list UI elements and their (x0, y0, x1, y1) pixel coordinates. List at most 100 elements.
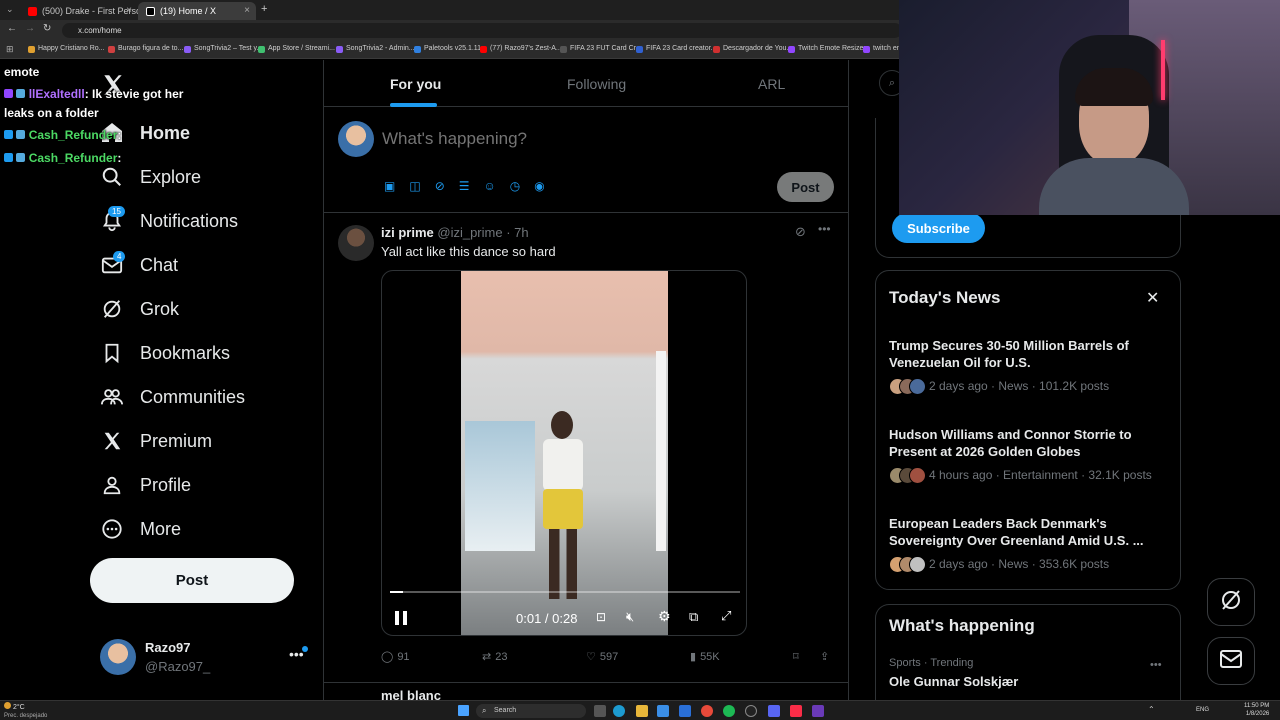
pip-icon[interactable]: ⧉ (689, 609, 698, 625)
messages-fab[interactable] (1207, 637, 1255, 685)
video-frame (461, 271, 668, 635)
account-name: Razo97 (145, 640, 191, 655)
nav-explore[interactable]: Explore (100, 162, 201, 192)
tab-arl[interactable]: ARL (758, 76, 785, 92)
nav-grok[interactable]: Grok (100, 294, 179, 324)
music-app-icon[interactable] (790, 705, 802, 717)
like-button[interactable]: ♡ 597 (586, 650, 618, 664)
tab-youtube[interactable]: (500) Drake - First Person Shoo × (20, 2, 138, 20)
news-item-title[interactable]: Hudson Williams and Connor Storrie to Pr… (889, 426, 1159, 460)
more-dots-icon[interactable]: ••• (818, 222, 831, 236)
steam-icon[interactable] (745, 705, 757, 717)
bookmark-item[interactable]: Happy Cristiano Ro... (28, 45, 105, 53)
media-icon[interactable]: ▣ (384, 179, 395, 195)
views-button[interactable]: ▮ 55K (690, 650, 720, 664)
close-tab-icon[interactable]: × (126, 5, 132, 16)
weather-widget[interactable]: 2°C Prec. despejado (4, 702, 47, 720)
edge-icon[interactable] (613, 705, 625, 717)
bookmark-label: Twitch Emote Resizer (798, 45, 866, 52)
mute-icon[interactable]: 🔇︎ (626, 609, 634, 625)
bookmark-item[interactable]: twitch em (863, 45, 903, 53)
tweet-time[interactable]: · 7h (506, 225, 528, 240)
new-tab-icon[interactable]: + (261, 3, 267, 15)
more-dots-icon[interactable]: ••• (1150, 659, 1162, 671)
video-progress-track[interactable] (390, 591, 740, 593)
composer-post-button[interactable]: Post (777, 172, 834, 202)
url-text: x.com/home (78, 26, 122, 35)
store-icon[interactable] (657, 705, 669, 717)
location-icon[interactable]: ◉ (534, 179, 544, 195)
nav-bookmarks[interactable]: Bookmarks (100, 338, 230, 368)
captions-icon[interactable]: ⊡ (596, 610, 606, 624)
news-item-title[interactable]: Trump Secures 30-50 Million Barrels of V… (889, 337, 1159, 371)
url-field[interactable]: x.com/home (62, 23, 902, 38)
apps-grid-icon[interactable]: ⊞ (6, 44, 14, 55)
trend-name[interactable]: Ole Gunnar Solskjær (889, 674, 1018, 689)
news-avatars (889, 556, 931, 574)
emoji-icon[interactable]: ☺ (484, 179, 496, 195)
tweet-author-name[interactable]: izi prime (381, 225, 434, 240)
discord-icon[interactable] (768, 705, 780, 717)
bookmark-button[interactable]: ⌑ (793, 650, 799, 663)
bookmark-item[interactable]: SongTrivia2 - Admin... (336, 45, 415, 53)
bookmark-item[interactable]: FIFA 23 Card creator... (636, 45, 716, 53)
news-item-title[interactable]: European Leaders Back Denmark's Sovereig… (889, 515, 1159, 549)
tweet-author-handle[interactable]: @izi_prime (437, 225, 502, 240)
nav-label: Communities (140, 386, 246, 407)
bookmark-item[interactable]: SongTrivia2 – Test y... (184, 45, 262, 53)
nav-chat[interactable]: Chat (100, 250, 178, 280)
tab-for-you[interactable]: For you (390, 76, 441, 92)
windows-start-icon[interactable] (458, 705, 469, 716)
task-view-icon[interactable] (594, 705, 606, 717)
tab-menu-icon[interactable]: ⌄ (6, 4, 14, 15)
video-player[interactable]: 0:01 / 0:28 ⊡ 🔇︎ ⚙ ⧉ ⤢ (381, 270, 747, 636)
forward-icon[interactable]: → (25, 23, 35, 34)
share-button[interactable]: ⇪ (820, 650, 829, 663)
nav-more[interactable]: More (100, 514, 181, 544)
spotify-icon[interactable] (723, 705, 735, 717)
taskbar-search[interactable]: ⌕ Search (476, 704, 586, 718)
tweet-avatar[interactable] (338, 225, 374, 261)
tweet-text: Yall act like this dance so hard (381, 244, 556, 259)
grok-icon[interactable]: ⊘ (435, 179, 445, 195)
bookmark-item[interactable]: Burago figura de to... (108, 45, 183, 53)
clock[interactable]: 11:50 PM 1/8/2026 (1244, 702, 1269, 718)
pause-icon[interactable] (394, 610, 408, 626)
search-icon: ⌕ (482, 706, 487, 715)
schedule-icon[interactable]: ◷ (510, 179, 520, 195)
tab-following[interactable]: Following (567, 76, 626, 92)
poll-icon[interactable]: ☰ (459, 179, 470, 195)
reload-icon[interactable]: ↻ (43, 23, 51, 34)
bookmark-item[interactable]: Twitch Emote Resizer (788, 45, 866, 53)
gif-icon[interactable]: ◫ (409, 179, 420, 195)
close-icon[interactable]: ✕ (1146, 288, 1159, 308)
reply-button[interactable]: ◯ 91 (381, 650, 410, 664)
file-explorer-icon[interactable] (636, 705, 648, 717)
repost-button[interactable]: ⇄ 23 (482, 650, 507, 664)
nav-communities[interactable]: Communities (100, 382, 245, 412)
bookmark-item[interactable]: FIFA 23 FUT Card Cr... (560, 45, 641, 53)
settings-gear-icon[interactable]: ⚙ (658, 608, 671, 625)
mail-app-icon[interactable] (679, 705, 691, 717)
grok-icon[interactable]: ⊘ (795, 224, 806, 240)
chrome-icon[interactable] (701, 705, 713, 717)
nav-profile[interactable]: Profile (100, 470, 191, 500)
close-tab-icon[interactable]: × (244, 5, 250, 16)
language-indicator[interactable]: ENG (1196, 707, 1209, 713)
account-switcher[interactable]: Razo97 @Razo97_ ••• (90, 632, 320, 682)
grok-fab[interactable] (1207, 578, 1255, 626)
tab-x-home[interactable]: (19) Home / X × (138, 2, 256, 20)
bookmark-item[interactable]: Paletools v25.1.11 (414, 45, 481, 53)
fullscreen-icon[interactable]: ⤢ (721, 608, 731, 624)
tweet[interactable]: izi prime @izi_prime · 7h ⊘ ••• Yall act… (324, 213, 848, 683)
post-button-label: Post (175, 572, 209, 589)
obs-icon[interactable] (812, 705, 824, 717)
bookmark-item[interactable]: App Store / Streami... (258, 45, 335, 53)
sidebar-post-button[interactable]: Post (90, 558, 294, 603)
nav-premium[interactable]: Premium (100, 426, 212, 456)
composer-input[interactable] (382, 127, 782, 151)
bookmark-item[interactable]: Descargador de You... (713, 45, 792, 53)
bookmark-item[interactable]: (77) Razo97's Zest-A... (480, 45, 562, 53)
back-icon[interactable]: ← (7, 23, 17, 34)
subscribe-button[interactable]: Subscribe (892, 213, 985, 243)
